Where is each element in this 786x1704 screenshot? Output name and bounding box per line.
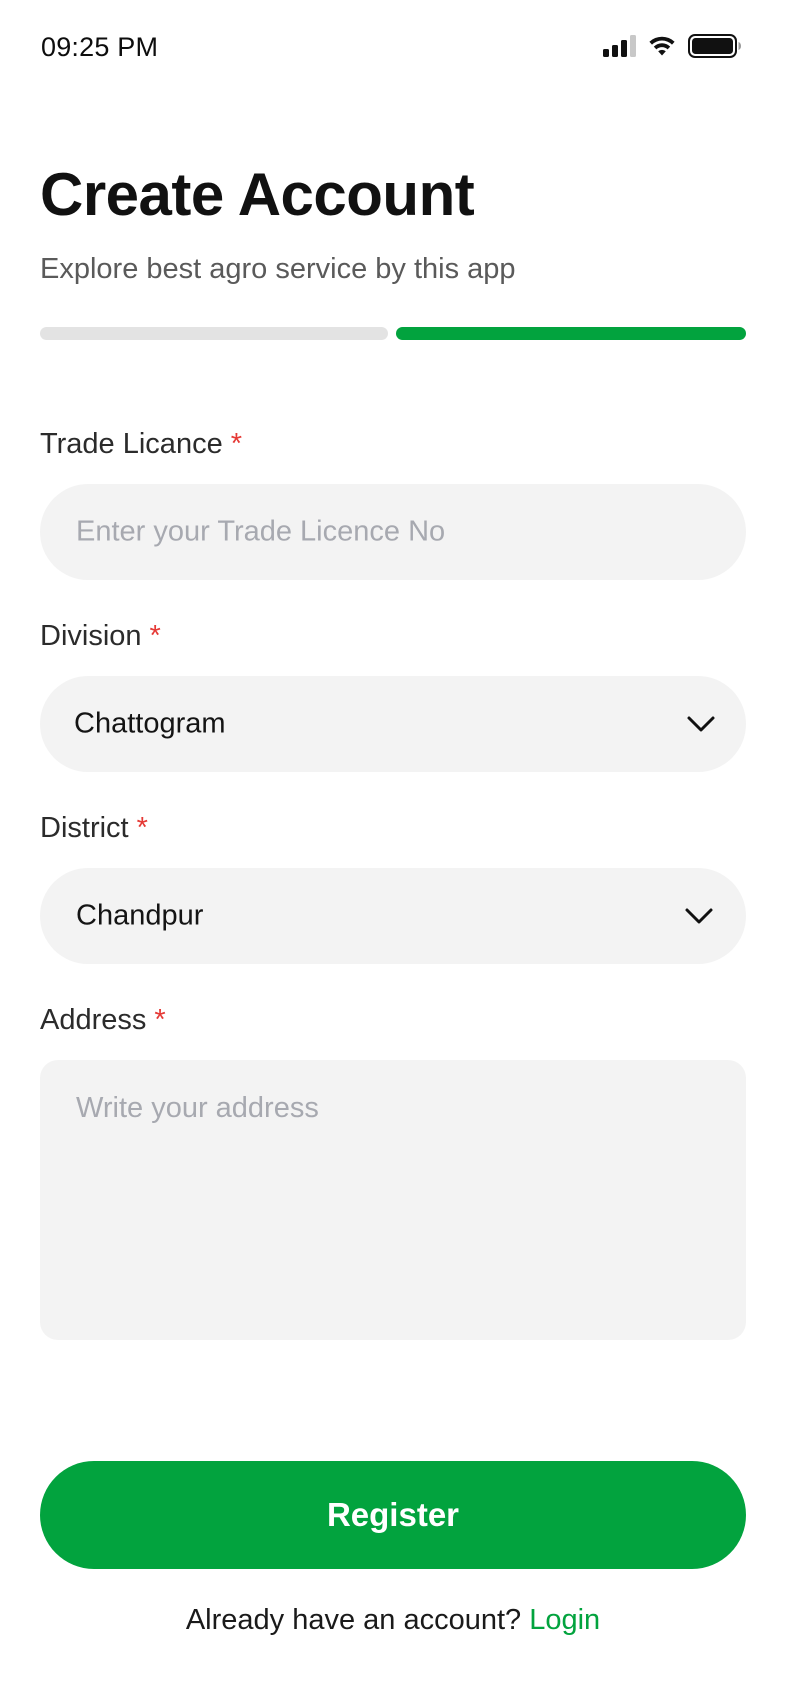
login-link[interactable]: Login — [529, 1604, 600, 1636]
address-label-text: Address — [40, 1004, 147, 1036]
address-placeholder: Write your address — [76, 1092, 319, 1124]
status-time: 09:25 PM — [41, 32, 159, 62]
division-selected-value: Chattogram — [74, 707, 226, 740]
division-label-text: Division — [40, 620, 142, 652]
division-select[interactable]: Chattogram — [40, 676, 746, 772]
page-title: Create Account — [40, 161, 475, 228]
required-mark: * — [230, 428, 242, 460]
page-subtitle: Explore best agro service by this app — [40, 253, 516, 285]
login-prompt: Already have an account? Login — [0, 1604, 786, 1637]
required-mark: * — [136, 812, 148, 844]
required-mark: * — [154, 1004, 166, 1036]
trade-licence-label: Trade Licance * — [40, 428, 242, 461]
district-selected-value: Chandpur — [76, 899, 204, 932]
chevron-down-icon — [685, 908, 713, 924]
chevron-down-icon — [687, 716, 715, 732]
status-icons — [603, 34, 742, 58]
step-1-indicator — [40, 327, 388, 340]
step-progress — [40, 327, 746, 340]
address-label: Address * — [40, 1004, 166, 1037]
trade-licence-placeholder: Enter your Trade Licence No — [76, 515, 446, 548]
step-2-indicator — [396, 327, 746, 340]
address-textarea[interactable]: Write your address — [40, 1060, 746, 1340]
district-select[interactable]: Chandpur — [40, 868, 746, 964]
register-button-label: Register — [326, 1496, 460, 1533]
division-label: Division * — [40, 620, 161, 653]
login-prompt-text: Already have an account? — [185, 1604, 522, 1636]
district-label: District * — [40, 812, 148, 845]
trade-licence-input[interactable]: Enter your Trade Licence No — [40, 484, 746, 580]
wifi-icon — [649, 36, 675, 56]
cellular-signal-icon — [603, 35, 636, 57]
register-button[interactable]: Register — [40, 1461, 746, 1569]
trade-licence-label-text: Trade Licance — [40, 428, 223, 460]
status-bar: 09:25 PM — [0, 0, 786, 96]
district-label-text: District — [40, 812, 129, 844]
required-mark: * — [149, 620, 161, 652]
battery-icon — [688, 34, 741, 58]
